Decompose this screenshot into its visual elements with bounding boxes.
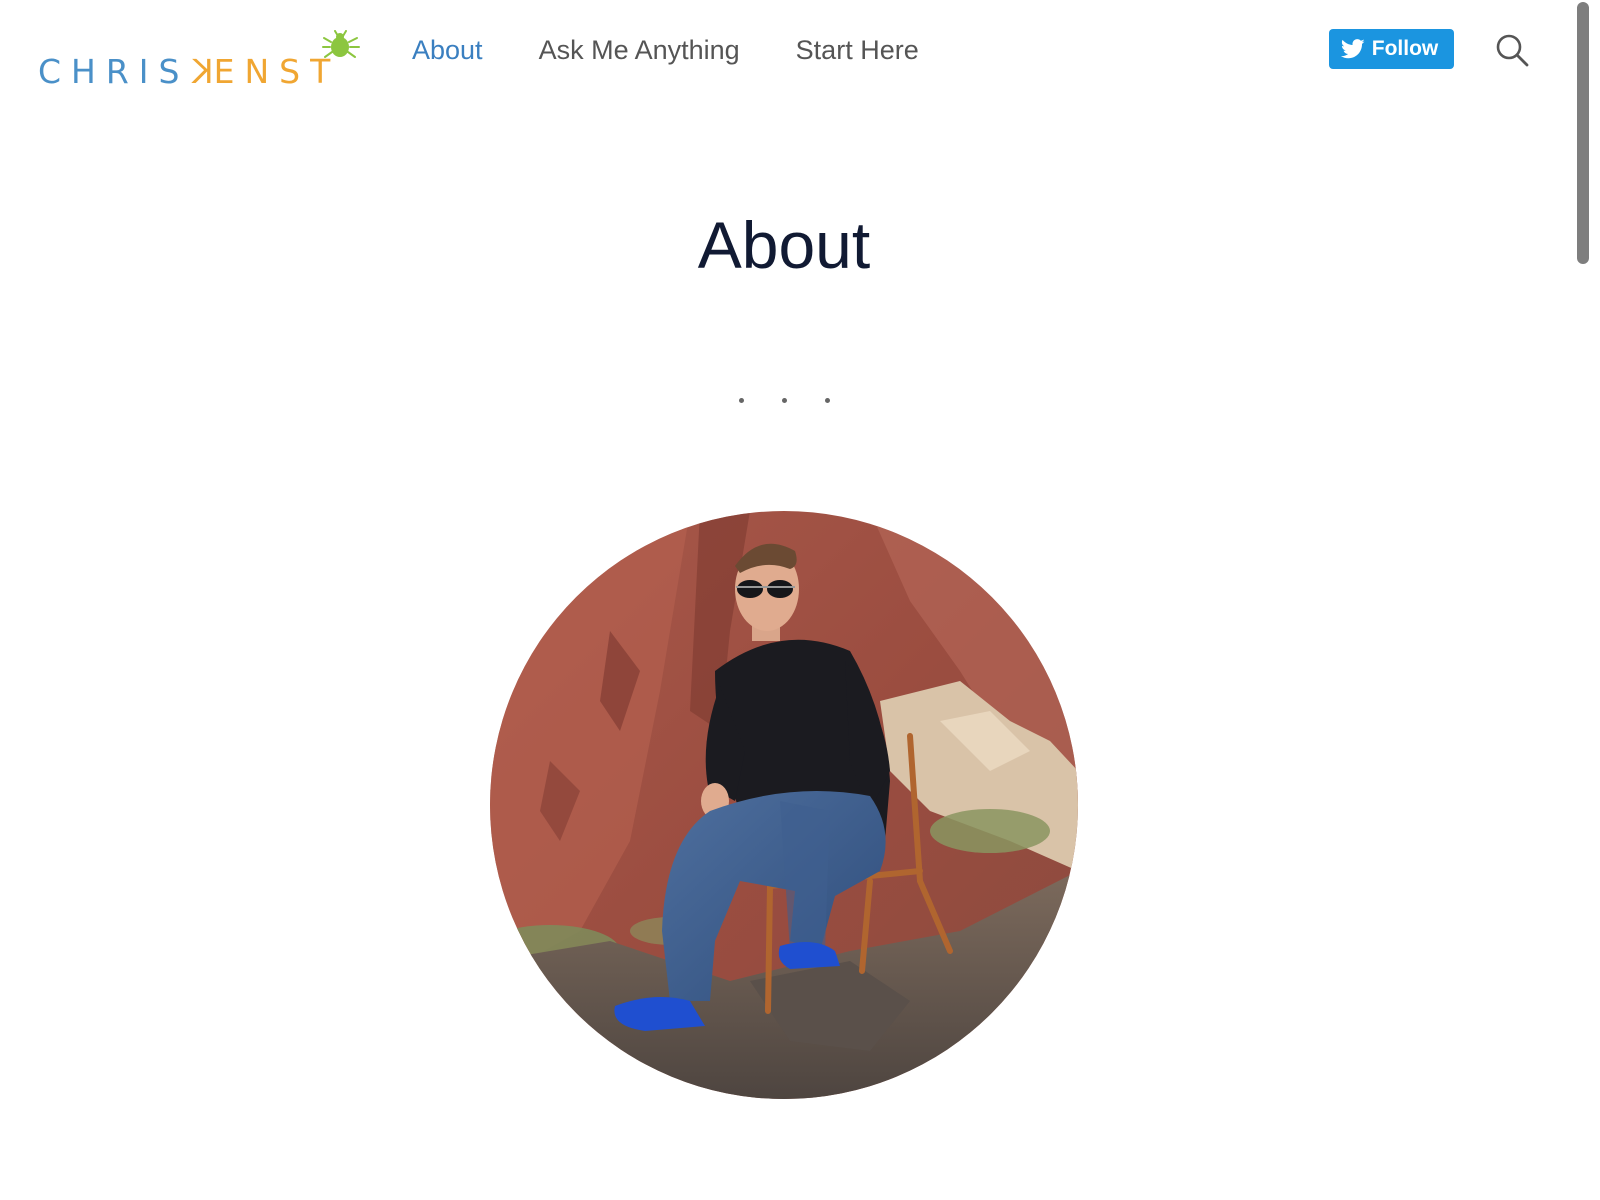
separator-dot — [781, 398, 787, 403]
portrait-photo — [490, 511, 1078, 1099]
site-header: CHRIS KENST About Ask Me Anything Start … — [0, 0, 1600, 110]
main-nav: About Ask Me Anything Start Here — [412, 28, 975, 72]
site-logo[interactable]: CHRIS KENST — [38, 30, 368, 94]
page-title: About — [697, 208, 871, 282]
nav-link-ask-me-anything[interactable]: Ask Me Anything — [539, 28, 740, 72]
twitter-follow-button[interactable]: Follow — [1329, 29, 1454, 69]
search-icon[interactable] — [1494, 32, 1530, 68]
follow-button-label: Follow — [1371, 37, 1439, 60]
scrollbar[interactable] — [1564, 0, 1600, 1200]
page: CHRIS KENST About Ask Me Anything Start … — [0, 0, 1600, 1200]
nav-link-about[interactable]: About — [412, 28, 483, 72]
logo-text-last: KENST — [182, 52, 340, 92]
separator-dot — [824, 398, 830, 403]
portrait-illustration — [490, 511, 1078, 1099]
section-separator — [0, 398, 1568, 403]
scrollbar-thumb[interactable] — [1577, 2, 1589, 264]
nav-link-start-here[interactable]: Start Here — [796, 28, 919, 72]
twitter-icon — [1340, 39, 1365, 59]
bug-icon — [322, 30, 360, 58]
separator-dot — [738, 398, 744, 403]
logo-text-first: CHRIS — [38, 52, 190, 91]
logo-reversed-k: K — [182, 52, 214, 91]
